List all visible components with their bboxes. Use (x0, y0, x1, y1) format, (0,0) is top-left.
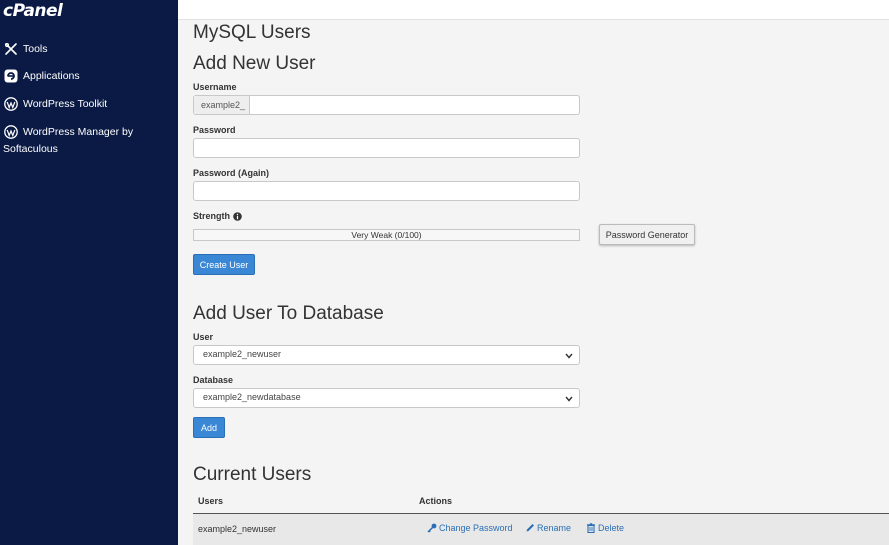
column-header-users: Users (198, 496, 224, 506)
chevron-down-icon (564, 349, 574, 361)
user-cell: example2_newuser (198, 524, 277, 534)
table-row: example2_newuser Change Password Rename … (193, 514, 889, 545)
add-user-heading: Add New User (193, 53, 316, 74)
sidebar-item-label: Applications (23, 69, 80, 82)
wordpress-icon (3, 96, 18, 111)
strength-label: Strength (193, 211, 230, 221)
change-password-link[interactable]: Change Password (427, 523, 513, 533)
strength-meter: Very Weak (0/100) (193, 229, 580, 241)
add-button[interactable]: Add (193, 417, 225, 438)
username-prefix: example2_ (194, 96, 250, 114)
sidebar: cPanel Tools Applications WordPress Tool… (0, 0, 178, 545)
cpanel-logo[interactable]: cPanel (3, 1, 63, 21)
sidebar-item-wordpress-toolkit[interactable]: WordPress Toolkit (3, 96, 107, 111)
rename-label: Rename (537, 523, 572, 533)
password-field[interactable] (193, 138, 580, 158)
chevron-down-icon (564, 392, 574, 404)
username-label: Username (193, 82, 237, 92)
password-again-field[interactable] (193, 181, 580, 201)
change-password-label: Change Password (439, 523, 513, 533)
password-label: Password (193, 125, 236, 135)
strength-label-row: Strength (193, 211, 242, 221)
top-bar (178, 0, 889, 20)
page-title: MySQL Users (193, 22, 311, 43)
user-select-value: example2_newuser (203, 349, 282, 359)
delete-label: Delete (598, 523, 625, 533)
username-field[interactable]: example2_ (193, 95, 580, 115)
sidebar-item-label: WordPress Toolkit (23, 97, 108, 110)
database-select[interactable]: example2_newdatabase (193, 388, 580, 408)
sidebar-item-tools[interactable]: Tools (3, 41, 48, 56)
current-users-heading: Current Users (193, 464, 312, 485)
password-again-label: Password (Again) (193, 168, 270, 178)
users-table-header: Users Actions (193, 492, 889, 514)
user-select-label: User (193, 332, 214, 342)
rename-link[interactable]: Rename (525, 523, 571, 533)
key-icon (427, 523, 437, 533)
database-select-value: example2_newdatabase (203, 392, 301, 402)
applications-icon (3, 68, 18, 83)
tools-icon (3, 41, 18, 56)
add-user-to-database-heading: Add User To Database (193, 303, 384, 324)
create-user-button[interactable]: Create User (193, 254, 255, 275)
sidebar-item-label: Tools (23, 42, 48, 55)
trash-icon (587, 523, 595, 533)
database-select-label: Database (193, 375, 234, 385)
sidebar-item-label: WordPress Manager by (23, 125, 134, 138)
user-select[interactable]: example2_newuser (193, 345, 580, 365)
pencil-icon (526, 524, 534, 532)
password-generator-button[interactable]: Password Generator (599, 224, 695, 245)
sidebar-item-wordpress-manager[interactable]: WordPress Manager by Softaculous (3, 124, 133, 155)
sidebar-item-applications[interactable]: Applications (3, 68, 80, 83)
info-icon[interactable] (233, 211, 242, 221)
wordpress-icon (3, 124, 18, 139)
delete-link[interactable]: Delete (586, 523, 624, 533)
sidebar-item-label-line2: Softaculous (3, 143, 58, 155)
column-header-actions: Actions (419, 496, 453, 506)
